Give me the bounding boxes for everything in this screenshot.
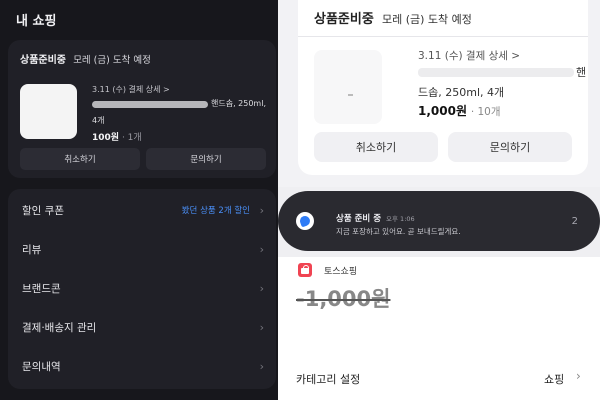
coupon-hint: 봤던 상품 2개 할인 — [181, 206, 250, 216]
redacted-product-name — [92, 101, 208, 108]
order-status: 상품준비중 모레 (금) 도착 예정 — [20, 51, 151, 66]
arrival-label: 모레 (금) 도착 예정 — [73, 55, 151, 66]
merchant-name: 토스쇼핑 — [324, 267, 358, 277]
notification-area: 상품 준비 중 오후 1:06 지금 포장하고 있어요. 곧 보내드릴게요. 2 — [278, 187, 600, 257]
notification-title: 상품 준비 중 — [336, 214, 382, 224]
menu-item-payment-address[interactable]: 결제·배송지 관리 › — [8, 308, 276, 346]
cancel-button[interactable]: 취소하기 — [20, 148, 140, 170]
status-label: 상품준비중 — [20, 55, 66, 66]
order-card: 상품준비중 모레 (금) 도착 예정 3.11 (수) 결제 상세 > 핸드솝,… — [8, 40, 276, 178]
chevron-right-icon[interactable]: › — [576, 369, 581, 383]
light-order-screen: 상품준비중 모레 (금) 도착 예정 3.11 (수) 결제 상세 > 핸 드솝… — [278, 0, 600, 187]
cancel-button[interactable]: 취소하기 — [314, 132, 438, 162]
category-value[interactable]: 쇼핑 — [544, 371, 564, 387]
notification-time: 오후 1:06 — [386, 215, 415, 223]
order-card: 상품준비중 모레 (금) 도착 예정 3.11 (수) 결제 상세 > 핸 드솝… — [298, 0, 588, 175]
product-name-line2: 드솝, 250ml, 4개 — [418, 86, 505, 99]
menu-item-label: 문의내역 — [22, 360, 61, 373]
menu-item-reviews[interactable]: 리뷰 › — [8, 230, 276, 268]
chevron-right-icon: › — [259, 320, 264, 334]
inquiry-button[interactable]: 문의하기 — [146, 148, 266, 170]
price: 100원 — [92, 133, 120, 143]
arrival-label: 모레 (금) 도착 예정 — [381, 13, 472, 26]
shopping-bag-icon — [298, 263, 312, 277]
price-row: 1,000원 · 10개 — [418, 102, 501, 119]
redacted-product-name — [418, 68, 574, 77]
menu-item-coupons[interactable]: 할인 쿠폰 봤던 상품 2개 할인 › — [8, 191, 276, 229]
chevron-right-icon: › — [259, 281, 264, 295]
quantity: · 10개 — [470, 106, 501, 118]
menu-item-label: 할인 쿠폰 — [22, 204, 64, 217]
product-name-line2: 4개 — [92, 116, 105, 125]
inquiry-button[interactable]: 문의하기 — [448, 132, 572, 162]
payment-detail-link[interactable]: 3.11 (수) 결제 상세 > — [418, 48, 520, 63]
price: 1,000원 — [418, 104, 467, 118]
divider — [298, 36, 588, 37]
quantity: · 1개 — [121, 133, 142, 143]
product-name: 핸드솝, 250ml, — [211, 99, 266, 108]
chevron-right-icon: › — [259, 242, 264, 256]
notification-body: 지금 포장하고 있어요. 곧 보내드릴게요. — [336, 227, 461, 236]
toss-app-icon — [296, 212, 314, 230]
menu-item-brandcon[interactable]: 브랜드콘 › — [8, 269, 276, 307]
transaction-detail: 토스쇼핑 -1,000원 카테고리 설정 쇼핑 › — [278, 257, 600, 400]
shopping-menu: 할인 쿠폰 봤던 상품 2개 할인 › 리뷰 › 브랜드콘 › 결제·배송지 관… — [8, 189, 276, 389]
product-name: 핸 — [576, 66, 587, 79]
chevron-right-icon: › — [259, 359, 264, 373]
menu-item-label: 리뷰 — [22, 243, 42, 256]
push-notification[interactable]: 상품 준비 중 오후 1:06 지금 포장하고 있어요. 곧 보내드릴게요. 2 — [278, 191, 600, 251]
page-title: 내 쇼핑 — [16, 14, 57, 29]
menu-item-inquiries[interactable]: 문의내역 › — [8, 347, 276, 385]
chevron-right-icon: › — [259, 203, 264, 217]
notification-title-row: 상품 준비 중 오후 1:06 — [336, 212, 415, 224]
order-status: 상품준비중 모레 (금) 도착 예정 — [314, 8, 472, 27]
price-row: 100원 · 1개 — [92, 130, 142, 143]
status-label: 상품준비중 — [314, 12, 374, 27]
menu-item-label: 브랜드콘 — [22, 282, 61, 295]
dark-shopping-screen: 내 쇼핑 상품준비중 모레 (금) 도착 예정 3.11 (수) 결제 상세 >… — [0, 0, 278, 400]
transaction-amount: -1,000원 — [296, 287, 391, 311]
product-thumbnail[interactable] — [20, 84, 77, 139]
product-thumbnail[interactable] — [314, 50, 382, 124]
menu-item-label: 결제·배송지 관리 — [22, 321, 97, 334]
category-setting-label: 카테고리 설정 — [296, 373, 361, 386]
notification-count: 2 — [571, 216, 578, 227]
payment-detail-link[interactable]: 3.11 (수) 결제 상세 > — [92, 84, 170, 95]
